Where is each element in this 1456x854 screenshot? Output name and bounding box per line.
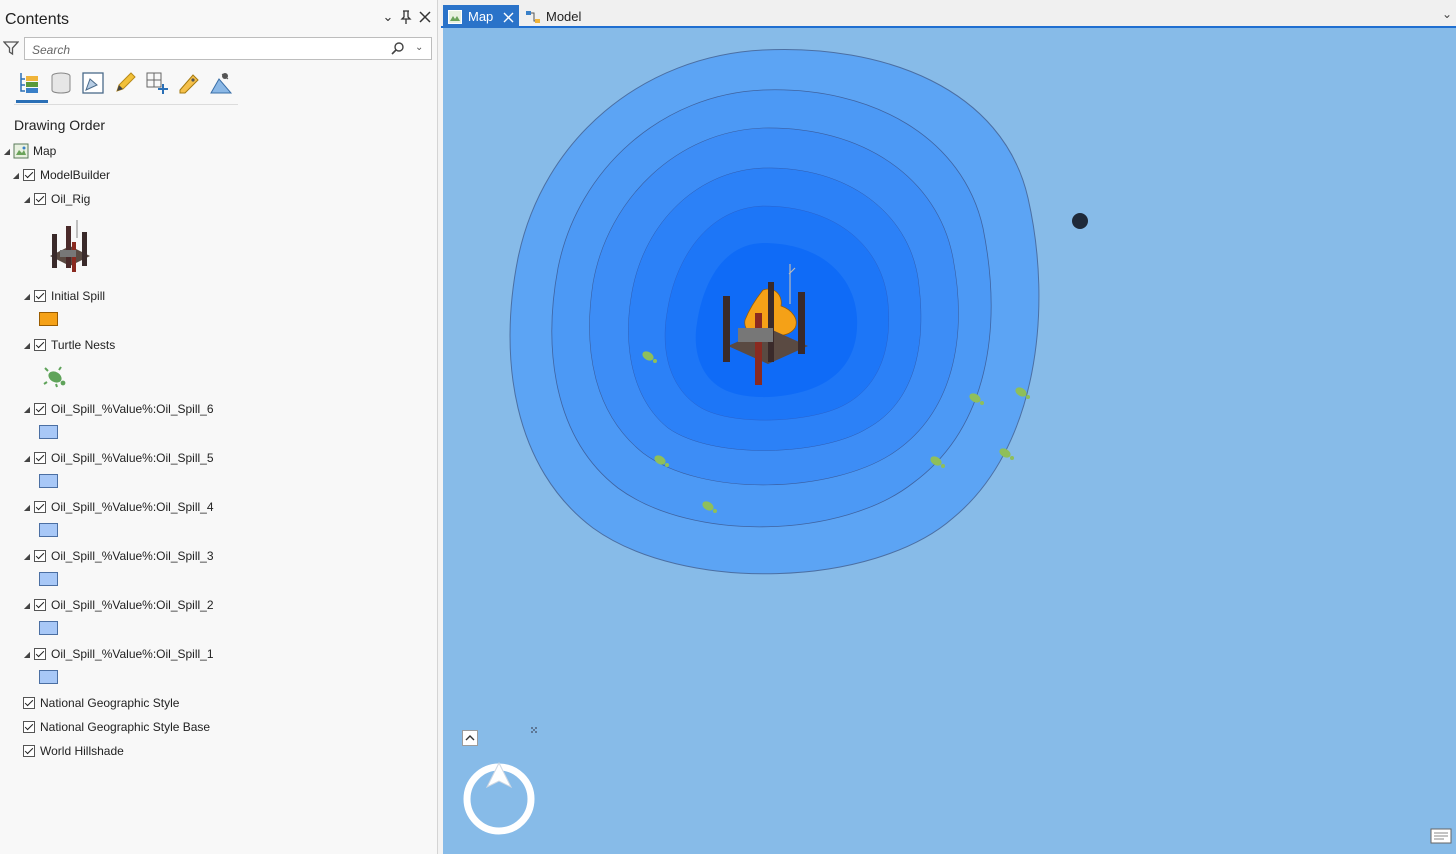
- visibility-checkbox[interactable]: [34, 290, 46, 302]
- collapse-triangle-icon[interactable]: ◢: [22, 405, 32, 414]
- view-tab-strip: Map Model ⌄: [441, 0, 1456, 28]
- map-frame-icon: [13, 143, 29, 159]
- map-cursor-icon: [531, 727, 537, 733]
- visibility-checkbox[interactable]: [34, 501, 46, 513]
- initial-spill-symbol-swatch[interactable]: [39, 312, 58, 326]
- visibility-checkbox[interactable]: [23, 721, 35, 733]
- visibility-checkbox[interactable]: [23, 745, 35, 757]
- tree-item-oil-spill-3[interactable]: ◢ Oil_Spill_%Value%:Oil_Spill_3: [22, 547, 214, 565]
- tree-item-oil-spill-5[interactable]: ◢ Oil_Spill_%Value%:Oil_Spill_5: [22, 449, 214, 467]
- oil-spill-3-symbol-swatch[interactable]: [39, 572, 58, 586]
- list-by-labeling-icon[interactable]: [176, 70, 202, 96]
- tree-item-label: Map: [33, 144, 57, 158]
- tree-item-oil-rig[interactable]: ◢ Oil_Rig: [22, 190, 90, 208]
- close-tab-icon[interactable]: [503, 11, 514, 23]
- tab-label: Model: [546, 9, 582, 24]
- expand-navigator-button[interactable]: [462, 730, 478, 746]
- map-dark-point: [1072, 213, 1088, 229]
- visibility-checkbox[interactable]: [34, 339, 46, 351]
- tree-item-oil-spill-6[interactable]: ◢ Oil_Spill_%Value%:Oil_Spill_6: [22, 400, 214, 418]
- map-view[interactable]: [443, 28, 1456, 854]
- search-options-chevron-icon[interactable]: ⌄: [415, 41, 425, 55]
- tab-model[interactable]: Model: [523, 5, 603, 28]
- tree-item-label: ModelBuilder: [40, 168, 111, 182]
- tab-label: Map: [468, 9, 494, 24]
- tree-item-label: Oil_Spill_%Value%:Oil_Spill_5: [51, 451, 214, 465]
- visibility-checkbox[interactable]: [34, 452, 46, 464]
- search-input[interactable]: [30, 40, 384, 59]
- visibility-checkbox[interactable]: [34, 550, 46, 562]
- tree-item-label: National Geographic Style: [40, 696, 180, 710]
- tree-item-national-geographic-style[interactable]: National Geographic Style: [21, 694, 179, 712]
- tree-item-label: Oil_Spill_%Value%:Oil_Spill_4: [51, 500, 214, 514]
- collapse-triangle-icon[interactable]: ◢: [22, 454, 32, 463]
- tree-item-national-geographic-style-base[interactable]: National Geographic Style Base: [21, 718, 210, 736]
- collapse-triangle-icon[interactable]: ◢: [11, 171, 21, 180]
- oil-spill-6-symbol-swatch[interactable]: [39, 425, 58, 439]
- tree-item-initial-spill[interactable]: ◢ Initial Spill: [22, 287, 105, 305]
- visibility-checkbox[interactable]: [23, 169, 35, 181]
- tree-item-label: World Hillshade: [40, 744, 124, 758]
- visibility-checkbox[interactable]: [34, 599, 46, 611]
- tab-map[interactable]: Map: [443, 5, 519, 28]
- map-tab-icon: [448, 9, 462, 24]
- close-pane-icon[interactable]: [417, 9, 433, 25]
- tree-item-world-hillshade[interactable]: World Hillshade: [21, 742, 124, 760]
- tab-list-chevron-icon[interactable]: ⌄: [1442, 7, 1452, 21]
- tree-item-oil-spill-1[interactable]: ◢ Oil_Spill_%Value%:Oil_Spill_1: [22, 645, 214, 663]
- tree-item-label: Turtle Nests: [51, 338, 116, 352]
- drawing-order-heading: Drawing Order: [14, 117, 106, 133]
- list-by-editing-icon[interactable]: [112, 70, 138, 96]
- oil-spill-5-symbol-swatch[interactable]: [39, 474, 58, 488]
- pane-options-chevron-icon[interactable]: ⌄: [380, 9, 396, 25]
- collapse-triangle-icon[interactable]: ◢: [22, 341, 32, 350]
- search-field[interactable]: ⌄: [24, 37, 432, 60]
- tree-item-oil-spill-4[interactable]: ◢ Oil_Spill_%Value%:Oil_Spill_4: [22, 498, 214, 516]
- list-by-perspective-imagery-icon[interactable]: [208, 70, 234, 96]
- contents-view-toolbar: [14, 70, 238, 105]
- collapse-triangle-icon[interactable]: ◢: [22, 601, 32, 610]
- list-by-snapping-icon[interactable]: [144, 70, 170, 96]
- visibility-checkbox[interactable]: [34, 403, 46, 415]
- oil-spill-2-symbol-swatch[interactable]: [39, 621, 58, 635]
- contents-pane: Contents ⌄ ⌄: [0, 0, 438, 854]
- tree-item-label: Oil_Rig: [51, 192, 91, 206]
- navigator-control[interactable]: [463, 761, 535, 835]
- tree-item-label: Oil_Spill_%Value%:Oil_Spill_3: [51, 549, 214, 563]
- tree-item-turtle-nests[interactable]: ◢ Turtle Nests: [22, 336, 115, 354]
- visibility-checkbox[interactable]: [23, 697, 35, 709]
- tree-item-modelbuilder[interactable]: ◢ ModelBuilder: [11, 166, 110, 184]
- tree-item-label: Oil_Spill_%Value%:Oil_Spill_6: [51, 402, 214, 416]
- collapse-triangle-icon[interactable]: ◢: [22, 552, 32, 561]
- collapse-triangle-icon[interactable]: ◢: [22, 195, 32, 204]
- tree-item-label: Initial Spill: [51, 289, 106, 303]
- filter-icon[interactable]: [2, 40, 20, 56]
- turtle-symbol-icon[interactable]: [43, 366, 69, 388]
- collapse-triangle-icon[interactable]: ◢: [22, 503, 32, 512]
- tree-item-map[interactable]: ◢ Map: [2, 142, 56, 160]
- oil-spill-1-symbol-swatch[interactable]: [39, 670, 58, 684]
- collapse-triangle-icon[interactable]: ◢: [22, 292, 32, 301]
- tree-item-label: Oil_Spill_%Value%:Oil_Spill_2: [51, 598, 214, 612]
- tree-item-label: National Geographic Style Base: [40, 720, 211, 734]
- list-by-selection-icon[interactable]: [80, 70, 106, 96]
- oil-rig-symbol-icon: [46, 220, 94, 278]
- visibility-checkbox[interactable]: [34, 648, 46, 660]
- list-by-data-source-icon[interactable]: [48, 70, 74, 96]
- visibility-checkbox[interactable]: [34, 193, 46, 205]
- list-by-drawing-order-icon[interactable]: [16, 70, 48, 103]
- map-overview-icon[interactable]: [1430, 828, 1452, 846]
- tree-item-label: Oil_Spill_%Value%:Oil_Spill_1: [51, 647, 214, 661]
- auto-hide-pin-icon[interactable]: [398, 9, 414, 25]
- collapse-triangle-icon[interactable]: ◢: [2, 147, 12, 156]
- map-canvas: [463, 48, 1088, 835]
- collapse-triangle-icon[interactable]: ◢: [22, 650, 32, 659]
- search-icon[interactable]: [391, 41, 405, 55]
- tree-item-oil-spill-2[interactable]: ◢ Oil_Spill_%Value%:Oil_Spill_2: [22, 596, 214, 614]
- oil-spill-4-symbol-swatch[interactable]: [39, 523, 58, 537]
- model-tab-icon: [525, 10, 541, 24]
- pane-title: Contents: [5, 11, 70, 28]
